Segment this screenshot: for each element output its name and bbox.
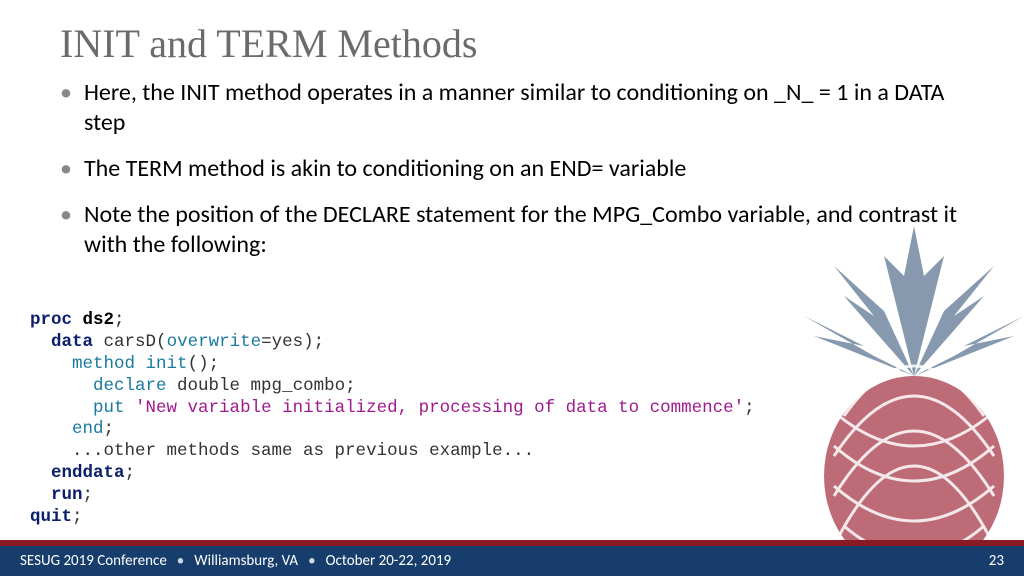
bullet-item: • The TERM method is akin to conditionin… — [60, 154, 970, 184]
bullet-item: • Note the position of the DECLARE state… — [60, 200, 970, 260]
code-string-literal: 'New variable initialized, processing of… — [135, 398, 744, 418]
slide-title: INIT and TERM Methods — [60, 20, 477, 67]
bullet-dot-icon: • — [60, 200, 72, 230]
code-identifier: carsD( — [104, 332, 167, 352]
code-method-name: init — [146, 354, 188, 374]
code-keyword-quit: quit — [30, 507, 72, 527]
code-keyword-run: run — [51, 485, 83, 505]
code-text: =yes) — [261, 332, 314, 352]
footer: SESUG 2019 Conference • Williamsburg, VA… — [0, 546, 1024, 576]
code-keyword-proc: proc — [30, 310, 72, 330]
footer-location: Williamsburg, VA — [194, 552, 298, 570]
dot-separator-icon: • — [308, 552, 315, 570]
bullet-text: Here, the INIT method operates in a mann… — [84, 78, 970, 138]
dot-separator-icon: • — [177, 552, 184, 570]
code-parens: () — [188, 354, 209, 374]
code-semi: ; — [125, 463, 136, 483]
code-keyword-declare: declare — [93, 376, 167, 396]
bullet-text: Note the position of the DECLARE stateme… — [84, 200, 970, 260]
footer-conference: SESUG 2019 Conference — [20, 552, 167, 570]
bullet-dot-icon: • — [60, 78, 72, 108]
bullet-item: • Here, the INIT method operates in a ma… — [60, 78, 970, 138]
bullet-dot-icon: • — [60, 154, 72, 184]
slide: { "title": "INIT and TERM Methods", "bul… — [0, 0, 1024, 576]
code-keyword-end: end — [72, 419, 104, 439]
code-semi: ; — [209, 354, 220, 374]
code-keyword-method: method — [72, 354, 135, 374]
code-keyword-put: put — [93, 398, 125, 418]
bullet-list: • Here, the INIT method operates in a ma… — [60, 78, 970, 276]
code-semi: ; — [314, 332, 325, 352]
code-semi: ; — [72, 507, 83, 527]
code-semi: ; — [104, 419, 115, 439]
code-block: proc ds2; data carsD(overwrite=yes); met… — [30, 310, 755, 529]
code-type-decl: double mpg_combo — [177, 376, 345, 396]
code-comment: ...other methods same as previous exampl… — [72, 441, 534, 461]
code-semi: ; — [83, 485, 94, 505]
code-keyword-ds2: ds2 — [83, 310, 115, 330]
code-semi: ; — [345, 376, 356, 396]
page-number: 23 — [989, 552, 1004, 570]
footer-date: October 20-22, 2019 — [326, 552, 452, 570]
code-keyword-data: data — [51, 332, 93, 352]
footer-left: SESUG 2019 Conference • Williamsburg, VA… — [20, 552, 451, 570]
code-keyword-enddata: enddata — [51, 463, 125, 483]
bullet-text: The TERM method is akin to conditioning … — [84, 154, 686, 184]
code-option: overwrite — [167, 332, 262, 352]
code-semi: ; — [114, 310, 125, 330]
code-semi: ; — [744, 398, 755, 418]
